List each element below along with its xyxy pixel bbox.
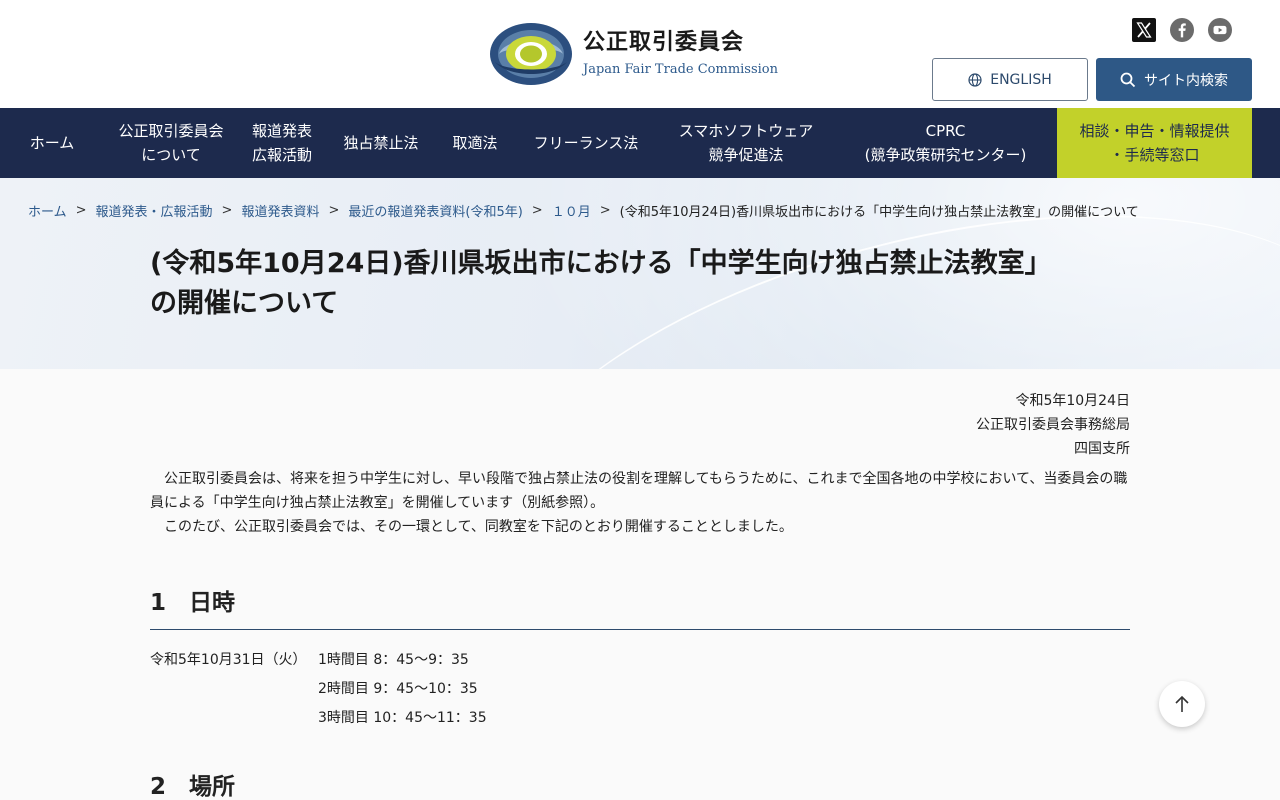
- release-meta: 令和5年10月24日 公正取引委員会事務総局 四国支所: [976, 389, 1130, 461]
- site-logo[interactable]: 公正取引委員会 Japan Fair Trade Commission: [489, 22, 778, 86]
- social-links: [1132, 18, 1232, 42]
- schedule-row: 令和5年10月31日（火） 1時間目 8：45～9：35: [150, 646, 487, 675]
- breadcrumb-recent-releases[interactable]: 最近の報道発表資料(令和5年): [348, 201, 522, 220]
- nav-press-label-2: 広報活動: [251, 146, 312, 164]
- section-heading-datetime: 1 日時: [150, 583, 1130, 630]
- globe-icon: [968, 72, 982, 87]
- release-office: 四国支所: [1074, 441, 1130, 457]
- page-hero: ホーム > 報道発表・広報活動 > 報道発表資料 > 最近の報道発表資料(令和5…: [0, 178, 1280, 369]
- page-title: (令和5年10月24日)香川県坂出市における「中学生向け独占禁止法教室」 の開催…: [150, 244, 1140, 324]
- breadcrumb-current: (令和5年10月24日)香川県坂出市における「中学生向け独占禁止法教室」の開催に…: [619, 205, 1139, 220]
- jftc-emblem-icon: [489, 22, 573, 86]
- breadcrumb: ホーム > 報道発表・広報活動 > 報道発表資料 > 最近の報道発表資料(令和5…: [28, 201, 1139, 220]
- global-nav: ホーム 公正取引委員会 について 報道発表 広報活動 独占禁止法 取適法 フリー…: [0, 108, 1280, 178]
- facebook-icon[interactable]: [1170, 18, 1194, 42]
- nav-smartphone-label-2: 競争促進法: [708, 146, 784, 164]
- intro-paragraph-2: このたび、公正取引委員会では、その一環として、同教室を下記のとおり開催することと…: [164, 519, 793, 535]
- breadcrumb-separator: >: [75, 203, 87, 218]
- breadcrumb-october[interactable]: １０月: [552, 201, 591, 220]
- breadcrumb-separator: >: [531, 203, 543, 218]
- nav-smartphone[interactable]: スマホソフトウェア 競争促進法: [658, 108, 834, 178]
- breadcrumb-press-releases[interactable]: 報道発表資料: [241, 201, 319, 220]
- intro-text: 公正取引委員会は、将来を担う中学生に対し、早い段階で独占禁止法の役割を理解しても…: [150, 467, 1130, 539]
- nav-cprc-label-2: (競争政策研究センター): [864, 146, 1027, 164]
- section-heading-location: 2 場所: [150, 774, 236, 800]
- search-icon: [1120, 72, 1136, 87]
- page-title-line-1: (令和5年10月24日)香川県坂出市における「中学生向け独占禁止法教室」: [150, 248, 1052, 279]
- breadcrumb-separator: >: [599, 203, 611, 218]
- nav-about-label-1: 公正取引委員会: [118, 122, 224, 140]
- schedule: 令和5年10月31日（火） 1時間目 8：45～9：35 2時間目 9：45～1…: [150, 646, 487, 733]
- nav-subcontract-label: 取適法: [452, 134, 498, 152]
- arrow-up-icon: [1175, 695, 1189, 712]
- release-org: 公正取引委員会事務総局: [976, 417, 1130, 433]
- nav-press[interactable]: 報道発表 広報活動: [238, 108, 326, 178]
- nav-antimonopoly[interactable]: 独占禁止法: [326, 108, 436, 178]
- breadcrumb-separator: >: [221, 203, 233, 218]
- breadcrumb-press[interactable]: 報道発表・広報活動: [96, 201, 213, 220]
- nav-consultation[interactable]: 相談・申告・情報提供 ・手続等窓口: [1057, 108, 1252, 178]
- nav-cprc-label-1: CPRC: [925, 122, 966, 140]
- logo-subtitle: Japan Fair Trade Commission: [583, 62, 778, 77]
- nav-about-label-2: について: [141, 146, 201, 164]
- schedule-row: 2時間目 9：45～10：35: [150, 675, 487, 704]
- search-label: サイト内検索: [1144, 72, 1228, 89]
- schedule-slot: 1時間目 8：45～9：35: [318, 652, 469, 668]
- site-search-button[interactable]: サイト内検索: [1096, 58, 1252, 101]
- release-date: 令和5年10月24日: [1015, 393, 1130, 409]
- schedule-row: 3時間目 10：45～11：35: [150, 704, 487, 733]
- nav-freelance-label: フリーランス法: [533, 134, 639, 152]
- intro-paragraph-1: 公正取引委員会は、将来を担う中学生に対し、早い段階で独占禁止法の役割を理解しても…: [150, 471, 1128, 511]
- youtube-icon[interactable]: [1208, 18, 1232, 42]
- breadcrumb-home[interactable]: ホーム: [28, 201, 67, 220]
- nav-cprc[interactable]: CPRC (競争政策研究センター): [834, 108, 1057, 178]
- nav-subcontract[interactable]: 取適法: [436, 108, 514, 178]
- nav-about[interactable]: 公正取引委員会 について: [104, 108, 238, 178]
- nav-smartphone-label-1: スマホソフトウェア: [678, 122, 814, 140]
- nav-freelance[interactable]: フリーランス法: [514, 108, 658, 178]
- nav-press-label-1: 報道発表: [251, 122, 312, 140]
- logo-title: 公正取引委員会: [583, 30, 745, 55]
- page-title-line-2: の開催について: [150, 288, 339, 319]
- site-header: 公正取引委員会 Japan Fair Trade Commission ENGL…: [0, 0, 1280, 108]
- english-label: ENGLISH: [990, 71, 1052, 88]
- x-twitter-icon[interactable]: [1132, 18, 1156, 42]
- nav-home[interactable]: ホーム: [0, 108, 104, 178]
- back-to-top-button[interactable]: [1159, 681, 1205, 727]
- schedule-slot: 2時間目 9：45～10：35: [318, 681, 478, 697]
- nav-home-label: ホーム: [29, 134, 75, 152]
- nav-consult-label-2: ・手続等窓口: [1109, 146, 1200, 164]
- schedule-slot: 3時間目 10：45～11：35: [318, 710, 487, 726]
- breadcrumb-separator: >: [328, 203, 340, 218]
- nav-antimonopoly-label: 独占禁止法: [343, 134, 419, 152]
- nav-consult-label-1: 相談・申告・情報提供: [1079, 122, 1230, 140]
- schedule-date: 令和5年10月31日（火）: [150, 652, 307, 668]
- english-button[interactable]: ENGLISH: [932, 58, 1088, 101]
